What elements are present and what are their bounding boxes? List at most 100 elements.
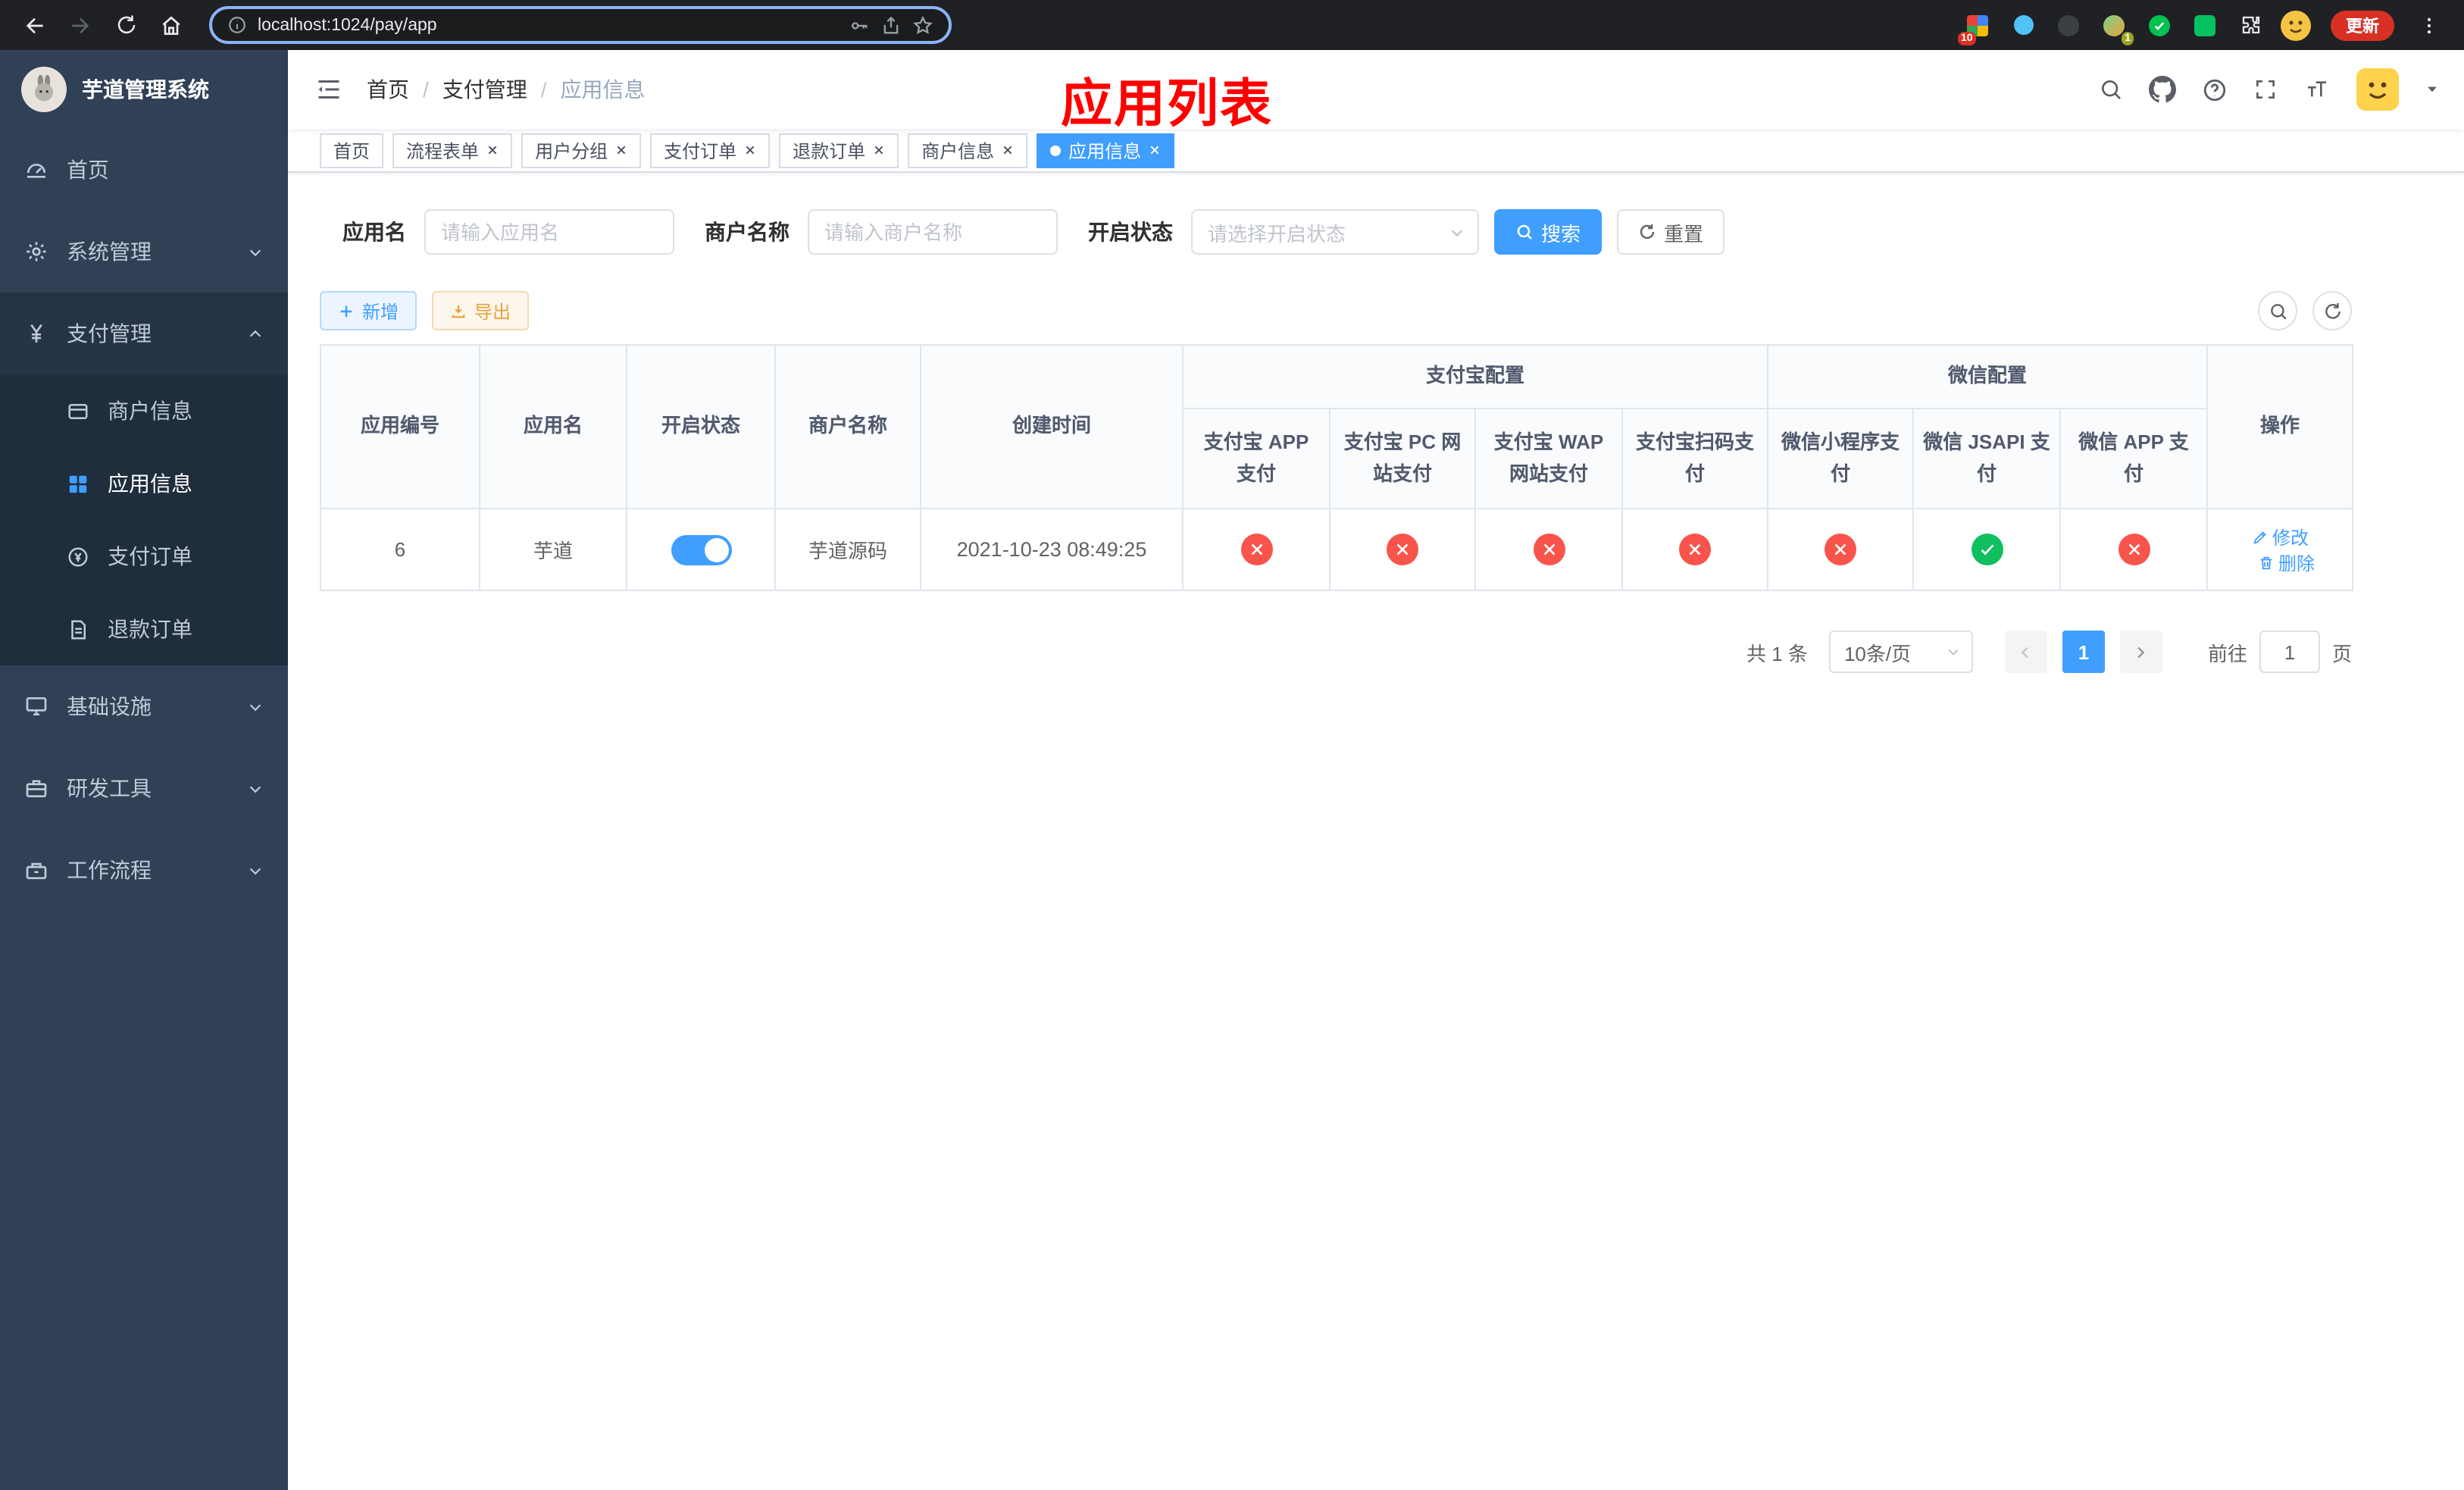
pay-order-icon [67,545,89,568]
delete-link[interactable]: 删除 [2257,549,2315,575]
extension-avatar-icon[interactable]: 1 [2099,10,2134,45]
sidebar-item-system[interactable]: 系统管理 [0,211,288,293]
browser-toolbar: localhost:1024/pay/app 10 1 更新 [0,0,2464,50]
download-icon [452,304,465,318]
user-avatar[interactable] [2356,68,2399,111]
app-name-input[interactable] [424,209,674,255]
breadcrumb-payment[interactable]: 支付管理 [442,74,527,105]
add-button-label: 新增 [362,301,399,322]
chevron-left-icon [2022,646,2029,658]
home-icon[interactable] [152,5,191,45]
back-icon[interactable] [15,5,55,45]
status-toggle[interactable] [671,534,731,565]
tag-user-group[interactable]: 用户分组 [521,133,642,167]
next-page-button[interactable] [2119,631,2162,673]
plus-icon [340,305,352,317]
sidebar-item-app-info[interactable]: 应用信息 [0,447,288,520]
channel-status-icon [1387,534,1418,565]
close-icon[interactable] [1149,144,1161,156]
col-status: 开启状态 [626,344,776,509]
sidebar-item-workflow[interactable]: 工作流程 [0,829,288,911]
close-icon[interactable] [615,144,627,156]
tag-home[interactable]: 首页 [320,133,384,167]
cell-wechat-mini [1767,508,1915,591]
sidebar-item-merchant-info[interactable]: 商户信息 [0,374,288,447]
sidebar-item-label: 首页 [67,158,109,182]
kebab-menu-icon[interactable] [2409,5,2449,45]
refresh-table-button[interactable] [2312,291,2352,330]
logo[interactable]: 芋道管理系统 [0,50,288,129]
edit-link[interactable]: 修改 [2251,524,2309,549]
extension-check-icon[interactable] [2144,10,2175,40]
help-icon[interactable] [2202,77,2228,102]
tag-app-info[interactable]: 应用信息 [1037,133,1175,167]
status-select[interactable]: 请选择开启状态 [1191,209,1479,255]
breadcrumb-separator: / [423,77,429,102]
goto-page-input[interactable] [2259,631,2320,673]
tag-refund-order[interactable]: 退款订单 [779,133,899,167]
extension-drop-icon[interactable] [2008,10,2038,40]
sidebar-collapse-icon[interactable] [315,76,342,103]
url-bar[interactable]: localhost:1024/pay/app [209,6,952,44]
show-search-button[interactable] [2258,291,2297,330]
profile-avatar[interactable] [2281,10,2311,40]
col-alipay-scan: 支付宝扫码支付 [1621,408,1769,509]
header-search-icon[interactable] [2099,77,2123,102]
tag-merchant-info[interactable]: 商户信息 [908,133,1028,167]
export-button[interactable]: 导出 [432,291,530,330]
password-key-icon[interactable] [849,14,870,36]
col-app-id: 应用编号 [320,344,480,509]
sidebar-item-label: 工作流程 [67,858,152,882]
search-button[interactable]: 搜索 [1494,209,1603,255]
tag-label: 流程表单 [406,140,480,161]
extensions-puzzle-icon[interactable] [2235,10,2265,40]
sidebar-item-pay-order[interactable]: 支付订单 [0,520,288,593]
chrome-update-button[interactable]: 更新 [2331,10,2394,40]
close-icon[interactable] [1002,144,1014,156]
status-label: 开启状态 [1088,220,1173,244]
dashboard-icon [24,158,48,182]
page-size-select[interactable]: 10条/页 [1828,631,1973,673]
tag-pay-order[interactable]: 支付订单 [650,133,771,167]
sidebar-item-refund-order[interactable]: 退款订单 [0,593,288,665]
cell-wechat-app [2059,508,2209,591]
tag-process-form[interactable]: 流程表单 [392,133,513,167]
merchant-name-label: 商户名称 [705,220,790,244]
caret-down-icon[interactable] [2425,82,2440,97]
sidebar-item-payment[interactable]: 支付管理 [0,293,288,374]
col-alipay-app: 支付宝 APP 支付 [1182,408,1330,509]
channel-status-icon [1533,534,1565,565]
breadcrumb-home[interactable]: 首页 [367,74,409,105]
sidebar-item-dev-tools[interactable]: 研发工具 [0,747,288,829]
github-icon[interactable] [2149,76,2176,103]
extension-dark-icon[interactable] [2053,10,2084,40]
close-icon[interactable] [873,144,885,156]
tags-view: 首页 流程表单 用户分组 支付订单 退款订单 商户信息 应用信息 [288,129,2464,173]
extension-grid-icon[interactable]: 10 [1958,10,1993,45]
close-icon[interactable] [744,144,756,156]
share-icon[interactable] [880,14,902,36]
merchant-name-input[interactable] [808,209,1058,255]
reset-button[interactable]: 重置 [1617,209,1725,255]
reload-icon[interactable] [106,5,145,45]
url-text[interactable]: localhost:1024/pay/app [258,16,838,34]
bookmark-star-icon[interactable] [912,14,933,36]
page-number-1[interactable]: 1 [2062,631,2105,673]
sidebar-item-label: 系统管理 [67,239,152,264]
sidebar-item-home[interactable]: 首页 [0,129,288,211]
active-dot [1050,145,1062,155]
extension-wechat-icon[interactable] [2190,10,2220,40]
prev-page-button[interactable] [2004,631,2047,673]
yen-icon [24,321,48,346]
breadcrumb-current: 应用信息 [560,77,646,102]
forward-icon[interactable] [61,5,100,45]
site-info-icon[interactable] [227,15,247,35]
font-size-icon[interactable] [2303,77,2331,102]
add-button[interactable]: 新增 [320,291,417,330]
close-icon[interactable] [486,144,499,156]
sidebar-item-label: 应用信息 [108,471,192,496]
channel-status-icon [2118,534,2150,565]
fullscreen-icon[interactable] [2253,77,2278,102]
cell-created: 2021-10-23 08:49:25 [920,508,1184,591]
sidebar-item-infrastructure[interactable]: 基础设施 [0,665,288,747]
